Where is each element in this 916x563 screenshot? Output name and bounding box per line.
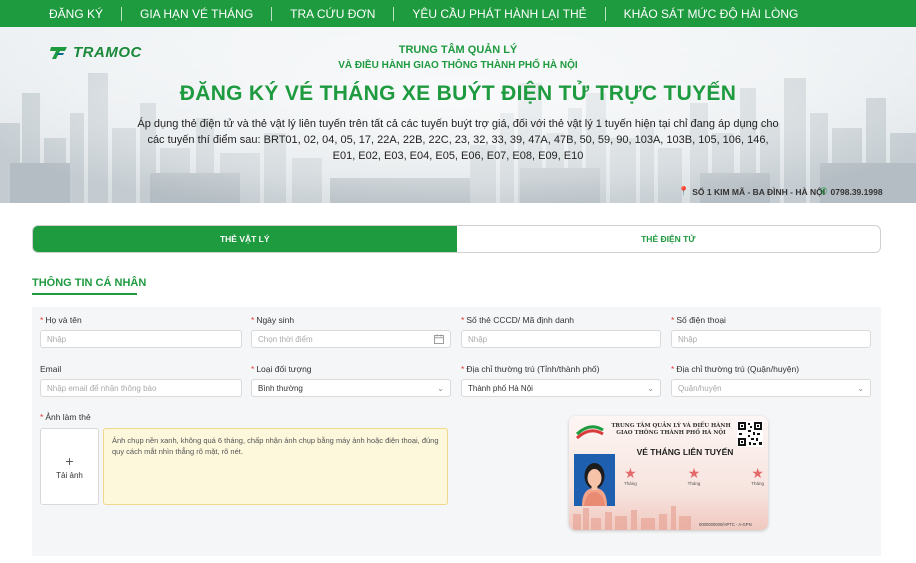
- location-pin-icon: 📍: [678, 186, 690, 196]
- required-mark: *: [40, 315, 44, 325]
- star-icon: ★: [624, 465, 637, 481]
- top-nav: ĐĂNG KÝ GIA HẠN VÉ THÁNG TRA CỨU ĐƠN YÊU…: [0, 0, 916, 27]
- required-mark: *: [461, 364, 465, 374]
- required-mark: *: [671, 315, 675, 325]
- nav-register[interactable]: ĐĂNG KÝ: [37, 7, 121, 21]
- province-label: * Địa chỉ thường trú (Tỉnh/thành phố): [461, 364, 600, 374]
- email-input[interactable]: Nhập email để nhận thông báo: [40, 379, 242, 397]
- tab-electronic-card[interactable]: THẺ ĐIỆN TỬ: [457, 226, 881, 252]
- dob-label: * Ngày sinh: [251, 315, 295, 325]
- contact-phone: ✆ 0798.39.1998: [820, 186, 883, 197]
- card-month-stars: ★ Tháng ★ Tháng ★ Tháng: [624, 466, 764, 486]
- email-label: Email: [40, 364, 62, 374]
- upload-photo-button[interactable]: + Tải ảnh: [40, 428, 99, 505]
- photo-label: * Ảnh làm thẻ: [40, 412, 91, 422]
- card-star: ★ Tháng: [687, 465, 701, 486]
- card-portrait-image: [574, 454, 615, 506]
- section-underline: [32, 293, 137, 295]
- photo-requirements-note: Ảnh chụp nền xanh, không quá 6 tháng, ch…: [103, 428, 448, 505]
- card-logo-icon: [575, 425, 604, 440]
- star-icon: ★: [687, 465, 701, 481]
- tramoc-logo[interactable]: TRAMOC: [50, 44, 142, 61]
- dob-picker[interactable]: Chọn thời điểm: [251, 330, 451, 348]
- phone-label: * Số điện thoại: [671, 315, 726, 325]
- phone-input[interactable]: Nhập: [671, 330, 871, 348]
- logo-text: TRAMOC: [73, 44, 142, 61]
- district-label: * Địa chỉ thường trú (Quận/huyện): [671, 364, 800, 374]
- card-org-name: TRUNG TÂM QUẢN LÝ VÀ ĐIỀU HÀNH GIAO THÔN…: [611, 423, 731, 436]
- required-mark: *: [40, 412, 44, 422]
- phone-text: 0798.39.1998: [830, 186, 883, 197]
- subject-type-label: * Loại đối tượng: [251, 364, 312, 374]
- card-type-tabs: THẺ VẬT LÝ THẺ ĐIỆN TỬ: [32, 225, 881, 253]
- chevron-down-icon: ⌄: [437, 383, 444, 393]
- card-title: VÉ THÁNG LIÊN TUYẾN: [636, 447, 734, 457]
- required-mark: *: [251, 364, 255, 374]
- full-name-input[interactable]: Nhập: [40, 330, 242, 348]
- required-mark: *: [671, 364, 675, 374]
- page-title: ĐĂNG KÝ VÉ THÁNG XE BUÝT ĐIỆN TỬ TRỰC TU…: [179, 82, 737, 105]
- page-description: Áp dụng thẻ điện tử và thẻ vật lý liên t…: [137, 118, 779, 162]
- tab-physical-card[interactable]: THẺ VẬT LÝ: [33, 226, 457, 252]
- card-star: ★ Tháng: [751, 465, 764, 486]
- subject-type-select[interactable]: Bình thường ⌄: [251, 379, 451, 397]
- district-select[interactable]: Quận/huyện ⌄: [671, 379, 871, 397]
- nav-renew[interactable]: GIA HẠN VÉ THÁNG: [121, 6, 271, 21]
- card-star: ★ Tháng: [624, 465, 637, 486]
- qr-code-icon: [737, 421, 763, 447]
- chevron-down-icon: ⌄: [857, 383, 864, 393]
- nav-lookup[interactable]: TRA CỨU ĐƠN: [271, 6, 393, 21]
- full-name-label: * Họ và tên: [40, 315, 82, 325]
- required-mark: *: [461, 315, 465, 325]
- sample-card-image: TRUNG TÂM QUẢN LÝ VÀ ĐIỀU HÀNH GIAO THÔN…: [569, 416, 768, 530]
- hero-banner: TRAMOC TRUNG TÂM QUẢN LÝ VÀ ĐIỀU HÀNH GI…: [0, 27, 916, 203]
- id-number-input[interactable]: Nhập: [461, 330, 661, 348]
- org-name-line1: TRUNG TÂM QUẢN LÝ: [398, 44, 518, 56]
- nav-reissue[interactable]: YÊU CẦU PHÁT HÀNH LẠI THẺ: [393, 6, 604, 21]
- section-title: THÔNG TIN CÁ NHÂN: [32, 277, 147, 289]
- contact-address: 📍 SỐ 1 KIM MÃ - BA ĐÌNH - HÀ NỘI: [678, 186, 825, 197]
- tramoc-logo-icon: [50, 46, 67, 59]
- id-number-label: * Số thẻ CCCD/ Mã định danh: [461, 315, 575, 325]
- card-code: 0000000000/HPTC - A-GPN: [699, 522, 752, 527]
- chevron-down-icon: ⌄: [647, 383, 654, 393]
- star-icon: ★: [751, 465, 764, 481]
- plus-icon: +: [65, 452, 74, 469]
- upload-photo-label: Tải ảnh: [56, 470, 83, 480]
- province-select[interactable]: Thành phố Hà Nội ⌄: [461, 379, 661, 397]
- nav-survey[interactable]: KHẢO SÁT MỨC ĐỘ HÀI LÒNG: [604, 6, 817, 21]
- calendar-icon: [434, 334, 444, 344]
- phone-icon: ✆: [820, 186, 828, 196]
- address-text: SỐ 1 KIM MÃ - BA ĐÌNH - HÀ NỘI: [692, 186, 826, 197]
- org-name-line2: VÀ ĐIỀU HÀNH GIAO THÔNG THÀNH PHỐ HÀ NỘI: [338, 60, 578, 71]
- required-mark: *: [251, 315, 255, 325]
